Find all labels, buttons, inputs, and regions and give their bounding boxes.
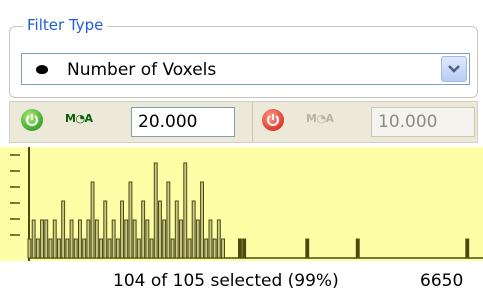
histogram-bar [107, 238, 112, 259]
histogram-bar [65, 238, 70, 259]
histogram-bar [238, 238, 242, 259]
histogram-bar [355, 238, 360, 259]
histogram-bar [212, 238, 217, 259]
histogram-bar [465, 238, 470, 259]
histogram-bar [136, 238, 141, 259]
histogram-bar [115, 238, 120, 259]
histogram-bar [86, 219, 91, 259]
histogram-bar [40, 219, 44, 259]
histogram-bar [48, 238, 53, 259]
filter-type-select[interactable]: Number of Voxels [21, 53, 470, 85]
pane-divider [252, 102, 253, 142]
histogram-bar [158, 200, 162, 259]
max-threshold-input[interactable] [371, 107, 475, 137]
min-mesa-icon: M◔A [65, 112, 93, 125]
histogram-bar [132, 219, 137, 259]
histogram-bar [31, 219, 36, 259]
histogram-bar [305, 238, 310, 259]
min-threshold-input[interactable] [131, 107, 235, 137]
histogram-bar [82, 238, 87, 259]
histogram-bar [183, 162, 188, 259]
histogram-bar [179, 219, 183, 259]
histogram-bar [111, 219, 116, 259]
histogram-bar [204, 238, 209, 259]
max-mesa-icon: M◔A [306, 112, 334, 125]
histogram-bar [90, 181, 95, 259]
histogram-bar [103, 200, 108, 259]
max-value-label: 6650 [420, 271, 464, 291]
histogram-plot [10, 147, 483, 261]
histogram-bar [35, 238, 40, 259]
histogram-bar [61, 200, 66, 259]
histogram-bar [208, 219, 213, 259]
selection-status: 104 of 105 selected (99%) [113, 271, 339, 291]
histogram-bar [174, 200, 179, 259]
power-on-icon[interactable] [21, 109, 43, 131]
histogram-bar [69, 219, 74, 259]
histogram-bar [44, 219, 49, 259]
histogram-bar [94, 219, 99, 259]
histogram-bar [162, 219, 167, 259]
histogram-bar [166, 181, 171, 259]
histogram-bar [52, 219, 57, 259]
dropdown-button[interactable] [441, 56, 467, 82]
histogram-bar [57, 238, 61, 259]
histogram-bar [195, 219, 200, 259]
bullet-icon [36, 65, 48, 74]
histogram-bar [124, 219, 129, 259]
histogram-bar [200, 181, 205, 259]
histogram[interactable] [0, 147, 483, 261]
histogram-bar [221, 238, 226, 259]
histogram-bar [128, 181, 133, 259]
histogram-bar [187, 238, 192, 259]
histogram-bar [153, 162, 158, 259]
power-off-icon[interactable] [262, 109, 284, 131]
group-title: Filter Type [23, 16, 108, 34]
histogram-bar [170, 238, 175, 259]
histogram-bar [191, 200, 196, 259]
threshold-toolbar: M◔A M◔A [9, 101, 478, 143]
histogram-bar [242, 238, 247, 259]
histogram-bar [73, 238, 78, 259]
selected-filter-type: Number of Voxels [67, 60, 217, 80]
histogram-bar [120, 200, 124, 259]
histogram-bar [78, 219, 82, 259]
histogram-bar [149, 238, 154, 259]
histogram-bar [145, 219, 150, 259]
histogram-bar [99, 238, 103, 259]
chevron-down-icon [448, 65, 460, 73]
histogram-bar [27, 238, 32, 259]
histogram-bar [141, 200, 146, 259]
histogram-bar [216, 219, 221, 259]
